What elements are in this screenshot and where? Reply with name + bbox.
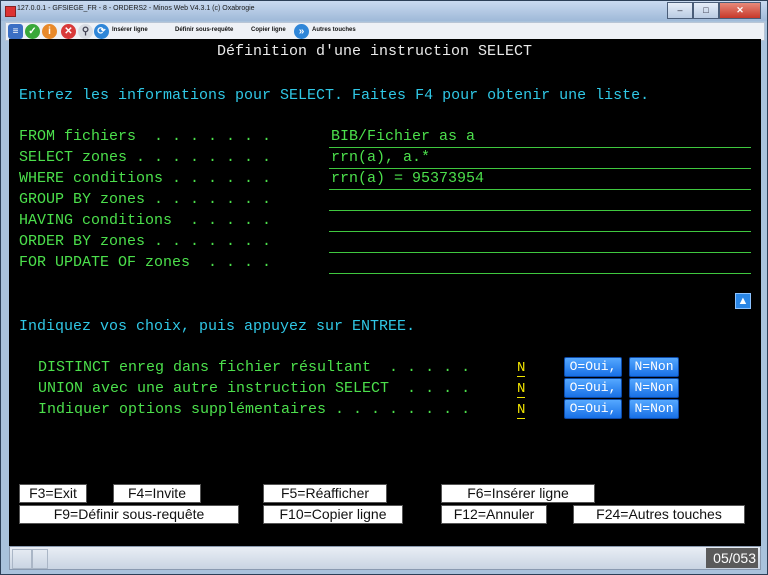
status-bar: 05/053 — [9, 546, 761, 570]
f12-button[interactable]: F12=Annuler — [441, 505, 547, 524]
screen-heading: Définition d'une instruction SELECT — [217, 43, 533, 60]
select-input[interactable]: rrn(a), a.* — [329, 149, 751, 169]
app-icon — [5, 6, 16, 17]
select-value: rrn(a), a.* — [331, 149, 431, 166]
choose-prompt: Indiquez vos choix, puis appuyez sur ENT… — [19, 318, 416, 335]
window-title: 127.0.0.1 - GFSIEGE_FR - 8 - ORDERS2 - M… — [17, 5, 255, 12]
orderby-label: ORDER BY zones . . . . . . . — [19, 233, 272, 250]
terminal-screen: Définition d'une instruction SELECT Entr… — [9, 39, 761, 546]
where-input[interactable]: rrn(a) = 95373954 — [329, 170, 751, 190]
groupby-input[interactable] — [329, 191, 751, 211]
having-input[interactable] — [329, 212, 751, 232]
refresh-icon[interactable]: ⟳ — [94, 24, 109, 39]
check-icon[interactable]: ✓ — [25, 24, 40, 39]
toolbar-other-keys[interactable]: Autres touches — [312, 27, 356, 33]
toolbar-define-subquery[interactable]: Définir sous-requête — [175, 27, 233, 33]
instruction-text: Entrez les informations pour SELECT. Fai… — [19, 87, 650, 104]
options-input[interactable]: N — [517, 402, 526, 419]
union-input[interactable]: N — [517, 381, 526, 398]
from-value: BIB/Fichier as a — [331, 128, 476, 145]
more-keys-icon[interactable]: » — [294, 24, 309, 39]
cancel-icon[interactable]: ✕ — [61, 24, 76, 39]
from-input[interactable]: BIB/Fichier as a — [329, 128, 751, 148]
forupdate-input[interactable] — [329, 254, 751, 274]
from-label: FROM fichiers . . . . . . . — [19, 128, 272, 145]
distinct-label: DISTINCT enreg dans fichier résultant . … — [38, 359, 471, 376]
distinct-input[interactable]: N — [517, 360, 526, 377]
options-label: Indiquer options supplémentaires . . . .… — [38, 401, 471, 418]
where-label: WHERE conditions . . . . . . — [19, 170, 272, 187]
orderby-input[interactable] — [329, 233, 751, 253]
union-yes-button[interactable]: O=Oui, — [564, 378, 622, 398]
f4-button[interactable]: F4=Invite — [113, 484, 201, 503]
emulator-window: 127.0.0.1 - GFSIEGE_FR - 8 - ORDERS2 - M… — [0, 0, 768, 575]
minimize-button[interactable]: – — [667, 2, 693, 19]
status-panel-1 — [12, 549, 32, 569]
scroll-up-icon[interactable]: ▲ — [735, 293, 751, 309]
toolbar-insert-line[interactable]: Insérer ligne — [112, 27, 148, 33]
toolbar-copy-line[interactable]: Copier ligne — [251, 27, 286, 33]
groupby-label: GROUP BY zones . . . . . . . — [19, 191, 272, 208]
f10-button[interactable]: F10=Copier ligne — [263, 505, 403, 524]
search-icon[interactable]: ⚲ — [78, 24, 93, 39]
info-icon[interactable]: i — [42, 24, 57, 39]
status-panel-2 — [32, 549, 48, 569]
f24-button[interactable]: F24=Autres touches — [573, 505, 745, 524]
select-label: SELECT zones . . . . . . . . — [19, 149, 272, 166]
close-button[interactable]: ✕ — [719, 2, 761, 19]
title-bar[interactable]: 127.0.0.1 - GFSIEGE_FR - 8 - ORDERS2 - M… — [1, 1, 767, 21]
union-label: UNION avec une autre instruction SELECT … — [38, 380, 471, 397]
maximize-button[interactable]: □ — [693, 2, 719, 19]
f6-button[interactable]: F6=Insérer ligne — [441, 484, 595, 503]
having-label: HAVING conditions . . . . . — [19, 212, 272, 229]
distinct-yes-button[interactable]: O=Oui, — [564, 357, 622, 377]
f5-button[interactable]: F5=Réafficher — [263, 484, 387, 503]
distinct-no-button[interactable]: N=Non — [629, 357, 679, 377]
where-value: rrn(a) = 95373954 — [331, 170, 485, 187]
f3-button[interactable]: F3=Exit — [19, 484, 87, 503]
forupdate-label: FOR UPDATE OF zones . . . . — [19, 254, 272, 271]
list-icon[interactable]: ≡ — [8, 24, 23, 39]
union-no-button[interactable]: N=Non — [629, 378, 679, 398]
cursor-position: 05/053 — [706, 548, 758, 568]
options-no-button[interactable]: N=Non — [629, 399, 679, 419]
f9-button[interactable]: F9=Définir sous-requête — [19, 505, 239, 524]
options-yes-button[interactable]: O=Oui, — [564, 399, 622, 419]
